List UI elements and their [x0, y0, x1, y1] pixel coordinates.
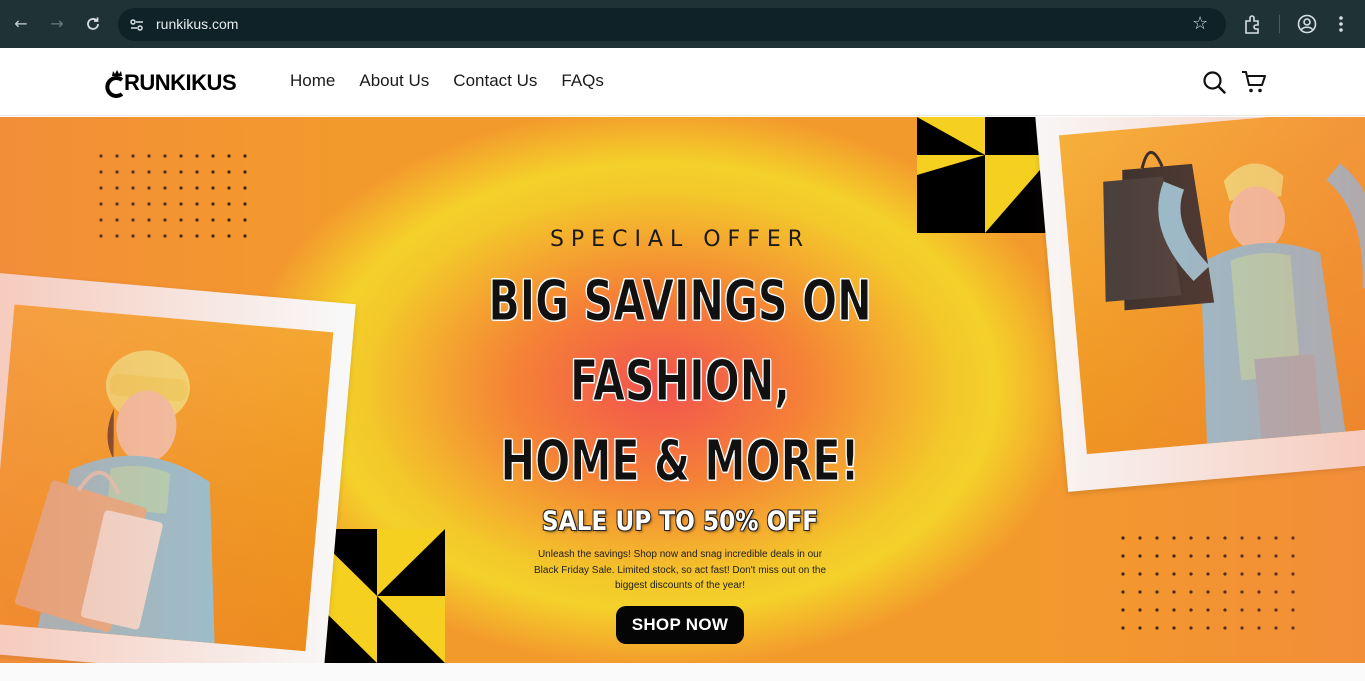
- toolbar-divider: [1279, 15, 1280, 33]
- url-text[interactable]: runkikus.com: [156, 16, 238, 32]
- hero-headline-line2: HOME & MORE!: [500, 429, 860, 495]
- triangle-pattern-decoration: [917, 117, 1053, 233]
- back-arrow-icon[interactable]: ←: [9, 12, 33, 36]
- nav-faqs[interactable]: FAQs: [561, 71, 604, 91]
- woman-cheering-with-bags-image: [1103, 150, 1365, 454]
- search-icon[interactable]: [1202, 70, 1226, 94]
- site-header: RUNKIKUS Home About Us Contact Us FAQs: [0, 48, 1365, 116]
- browser-toolbar: ← → runkikus.com ☆: [0, 0, 1365, 48]
- nav-about-us[interactable]: About Us: [359, 71, 429, 91]
- nav-contact-us[interactable]: Contact Us: [453, 71, 537, 91]
- promo-photo-right: [1059, 117, 1365, 455]
- main-nav: Home About Us Contact Us FAQs: [290, 71, 604, 91]
- hero-sale-text: SALE UP TO 50% OFF: [541, 506, 819, 537]
- page-below-hero: [0, 663, 1365, 681]
- forward-arrow-icon[interactable]: →: [45, 12, 69, 36]
- nav-home[interactable]: Home: [290, 71, 335, 91]
- cart-icon[interactable]: [1241, 69, 1267, 95]
- hero-blurb: Unleash the savings! Shop now and snag i…: [533, 549, 827, 591]
- address-bar[interactable]: runkikus.com ☆: [118, 8, 1226, 41]
- promo-photo-frame-right: [1033, 117, 1365, 492]
- hero-headline-line1: BIG SAVINGS ON FASHION,: [488, 269, 872, 415]
- dot-grid-decoration: [1121, 536, 1295, 630]
- hero-eyebrow: SPECIAL OFFER: [549, 227, 811, 252]
- reload-icon[interactable]: [81, 12, 105, 36]
- extensions-icon[interactable]: [1242, 13, 1264, 35]
- bookmark-star-icon[interactable]: ☆: [1192, 14, 1212, 34]
- hero-banner: SPECIAL OFFER BIG SAVINGS ON FASHION, HO…: [0, 117, 1365, 663]
- site-info-icon[interactable]: [128, 16, 146, 34]
- dot-grid-decoration: [99, 154, 247, 238]
- promo-photo-left: [0, 304, 334, 652]
- kebab-menu-icon[interactable]: [1334, 14, 1348, 34]
- profile-icon[interactable]: [1297, 14, 1317, 34]
- logo-text: RUNKIKUS: [124, 70, 237, 95]
- shop-now-button[interactable]: SHOP NOW: [615, 605, 745, 644]
- hero-text-block: SPECIAL OFFER BIG SAVINGS ON FASHION, HO…: [400, 227, 960, 644]
- promo-photo-frame-left: [0, 271, 356, 663]
- woman-with-shopping-bags-image: [15, 350, 215, 652]
